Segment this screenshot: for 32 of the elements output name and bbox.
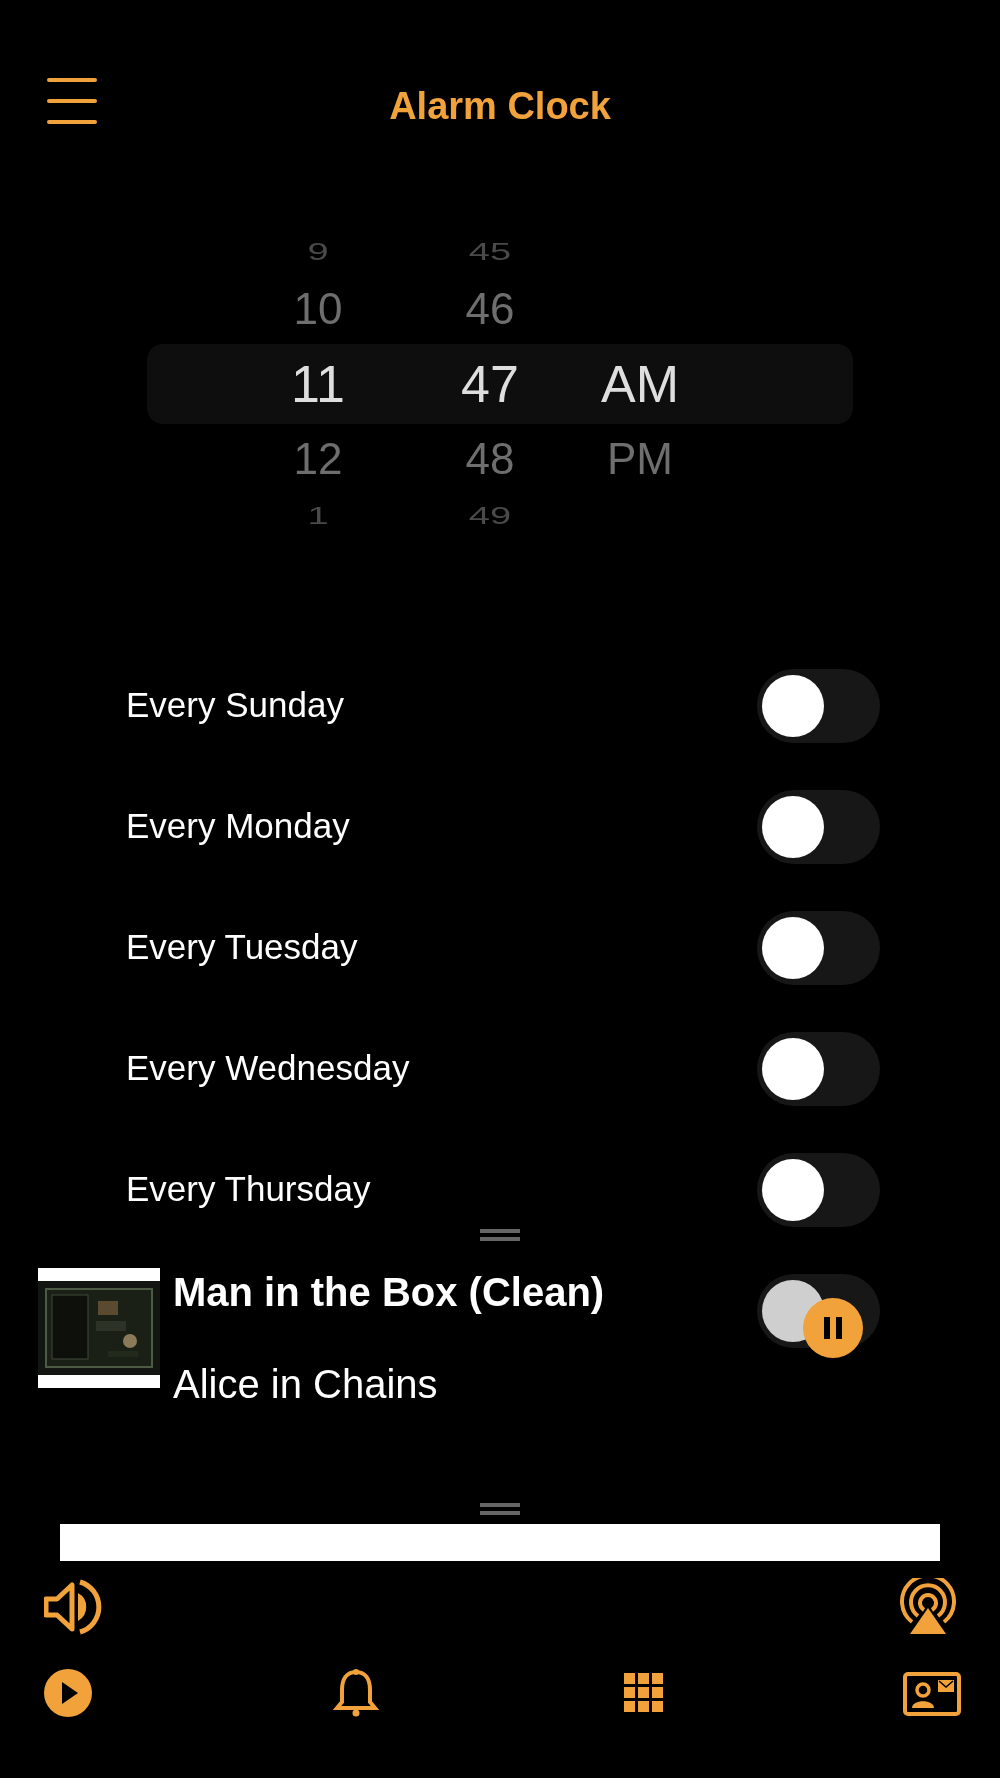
picker-option[interactable]: 10: [258, 287, 378, 331]
pause-icon: [823, 1316, 843, 1340]
menu-icon: [46, 76, 98, 126]
drag-handle[interactable]: [480, 1228, 520, 1242]
volume-button[interactable]: [44, 1579, 102, 1635]
artist-name: Alice in Chains: [173, 1361, 438, 1408]
airplay-icon: [898, 1578, 958, 1636]
day-label: Every Wednesday: [126, 1047, 410, 1090]
play-icon: [43, 1668, 93, 1718]
picker-option[interactable]: 9: [258, 239, 378, 265]
drag-handle[interactable]: [480, 1502, 520, 1516]
volume-slider[interactable]: [60, 1524, 940, 1561]
picker-option[interactable]: 11: [258, 358, 378, 410]
day-label: Every Tuesday: [126, 926, 358, 969]
menu-button[interactable]: [46, 76, 98, 126]
day-label: Every Sunday: [126, 684, 344, 727]
airplay-button[interactable]: [898, 1578, 958, 1636]
picker-option[interactable]: 49: [430, 503, 550, 529]
picker-option[interactable]: 48: [430, 437, 550, 481]
screen-title: Alarm Clock: [389, 85, 611, 127]
picker-option[interactable]: 47: [430, 358, 550, 410]
day-label: Every Thursday: [126, 1168, 371, 1211]
picker-option[interactable]: 46: [430, 287, 550, 331]
picker-option[interactable]: AM: [580, 358, 700, 410]
bell-icon: [331, 1668, 381, 1718]
picker-option[interactable]: PM: [580, 437, 700, 481]
picker-option[interactable]: 12: [258, 437, 378, 481]
song-title: Man in the Box (Clean): [173, 1269, 605, 1316]
picker-option[interactable]: 1: [258, 503, 378, 529]
day-label: Every Monday: [126, 805, 350, 848]
picker-option[interactable]: 45: [430, 239, 550, 265]
speaker-icon: [44, 1579, 102, 1635]
